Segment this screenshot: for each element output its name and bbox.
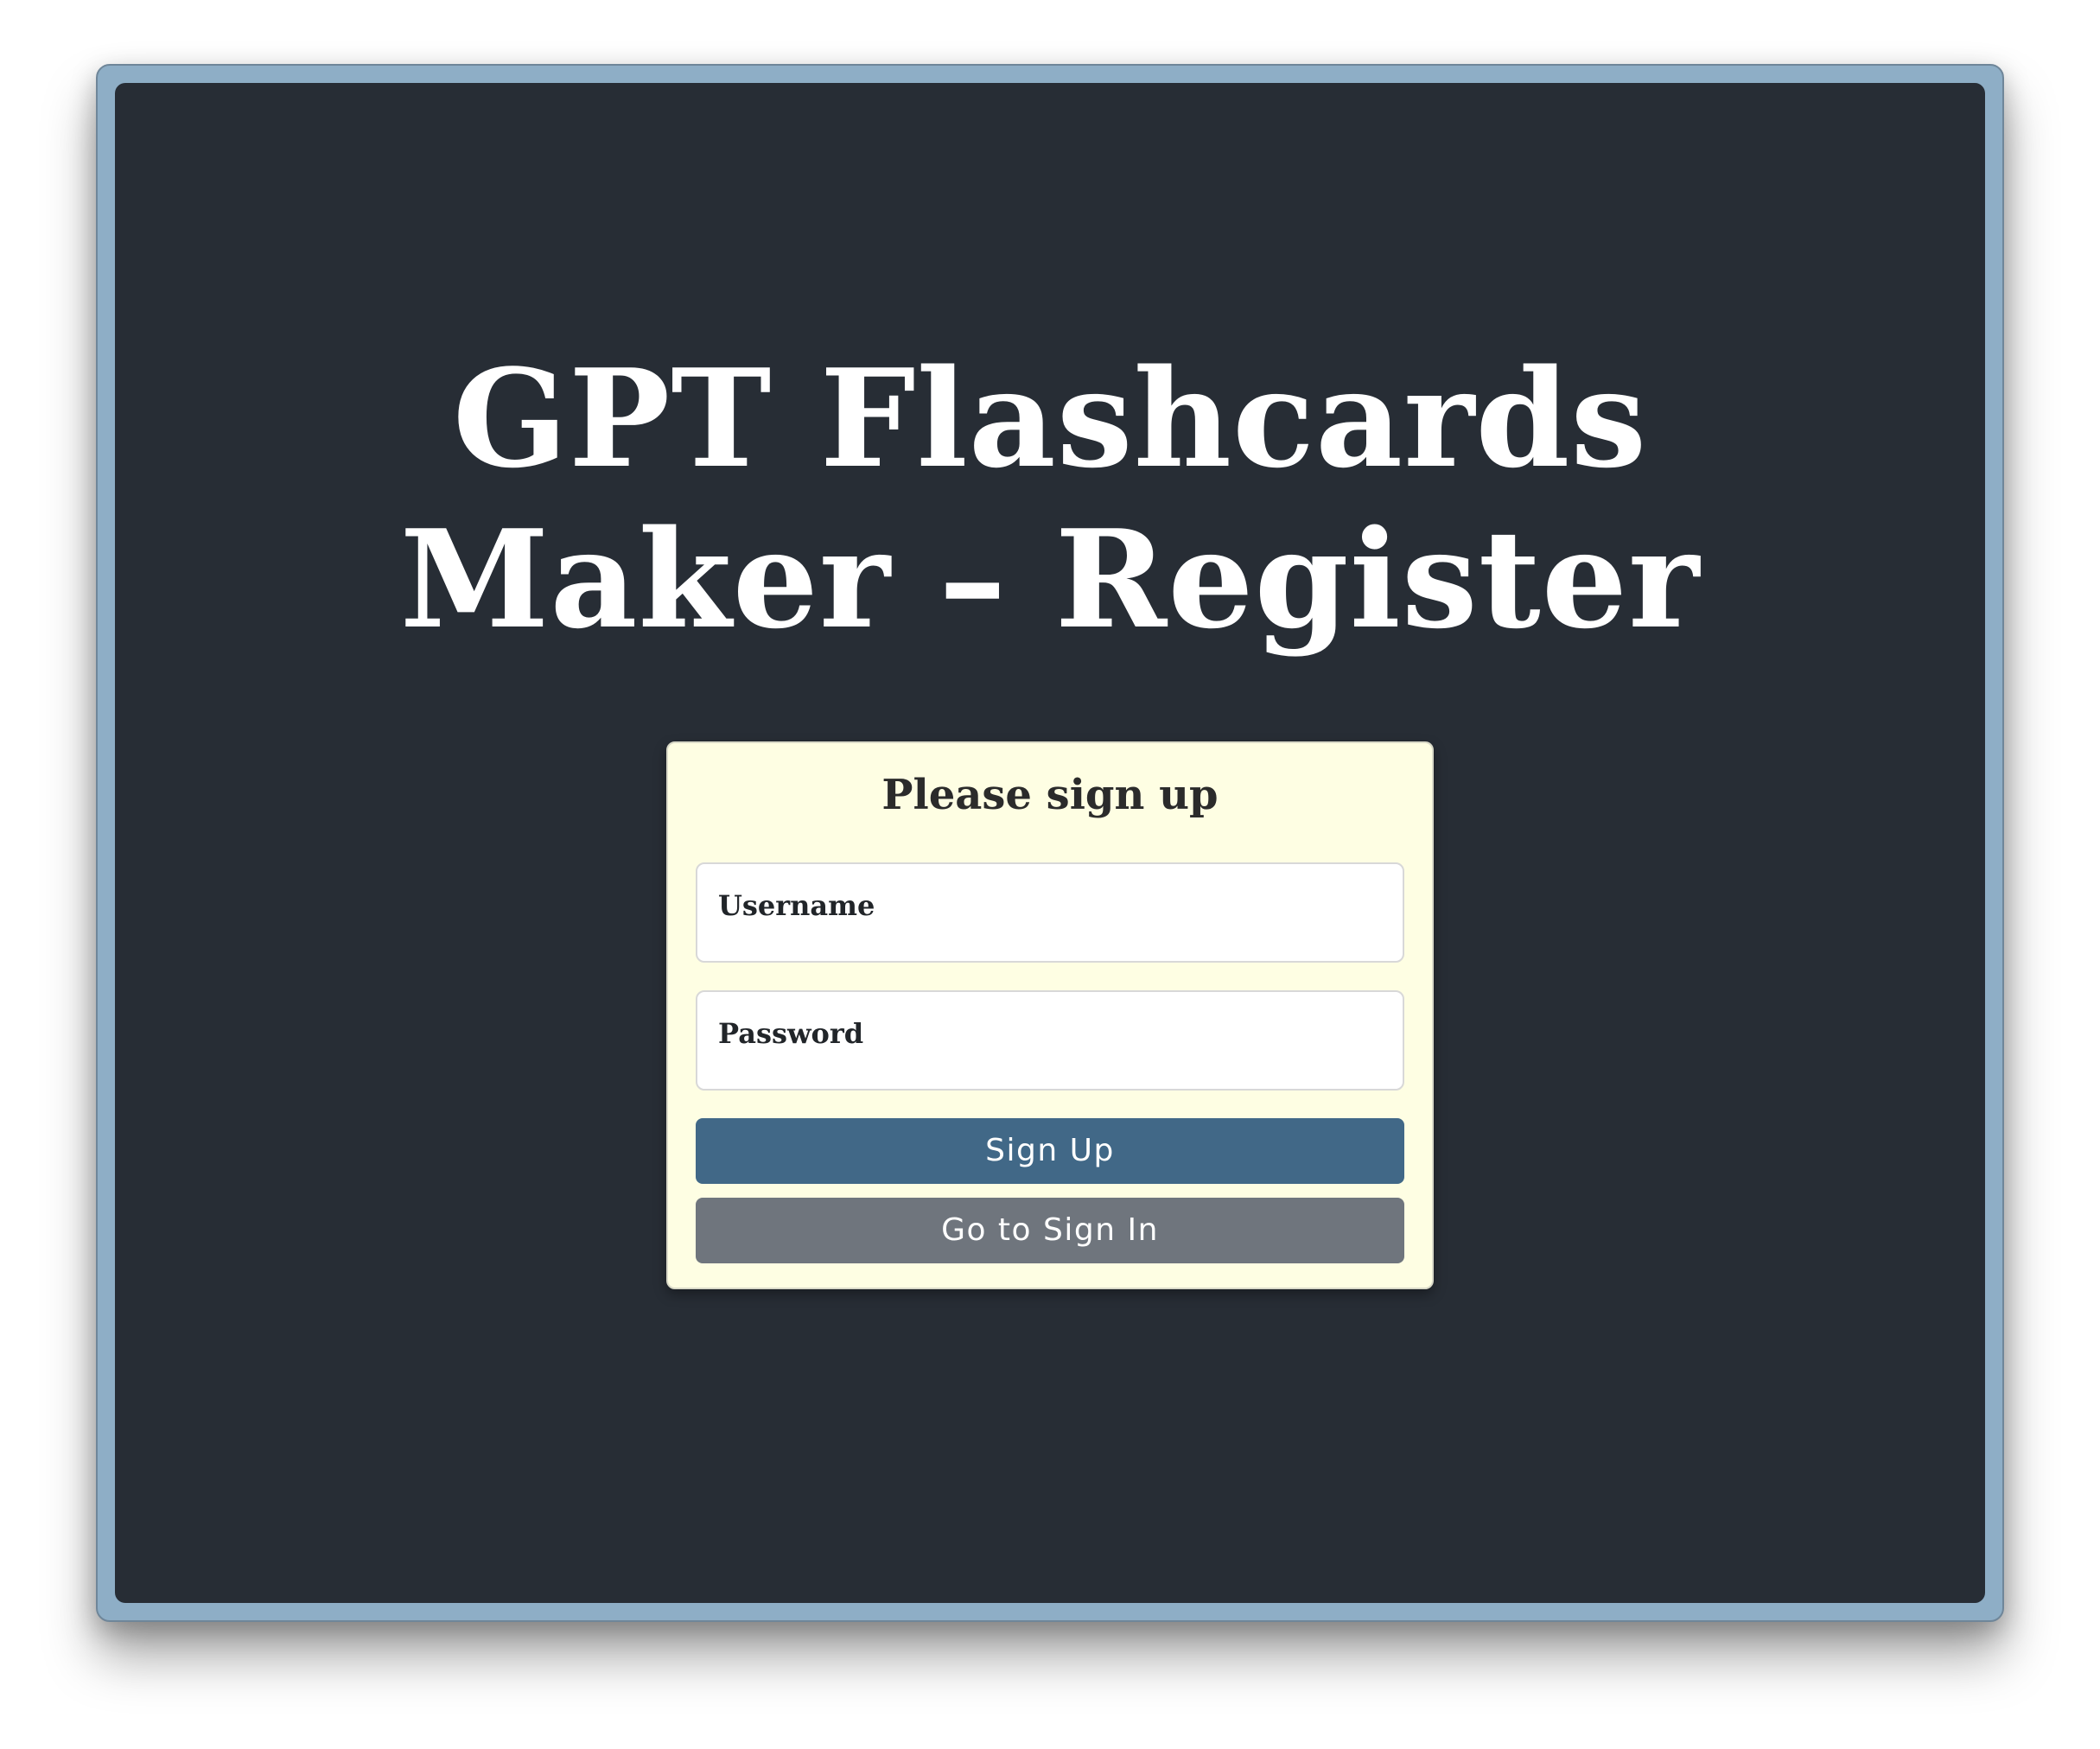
sign-up-button[interactable]: Sign Up bbox=[696, 1118, 1404, 1184]
password-input[interactable] bbox=[718, 1046, 1382, 1077]
username-input[interactable] bbox=[718, 918, 1382, 949]
form-heading: Please sign up bbox=[881, 771, 1219, 819]
page-background: GPT Flashcards Maker – Register Please s… bbox=[115, 83, 1985, 1603]
page-title: GPT Flashcards Maker – Register bbox=[399, 340, 1701, 658]
username-field[interactable]: Username bbox=[696, 862, 1404, 963]
go-to-sign-in-button[interactable]: Go to Sign In bbox=[696, 1198, 1404, 1263]
password-field[interactable]: Password bbox=[696, 990, 1404, 1091]
app-window: GPT Flashcards Maker – Register Please s… bbox=[96, 64, 2004, 1622]
signup-form-card: Please sign up Username Password Sign Up… bbox=[666, 741, 1434, 1289]
